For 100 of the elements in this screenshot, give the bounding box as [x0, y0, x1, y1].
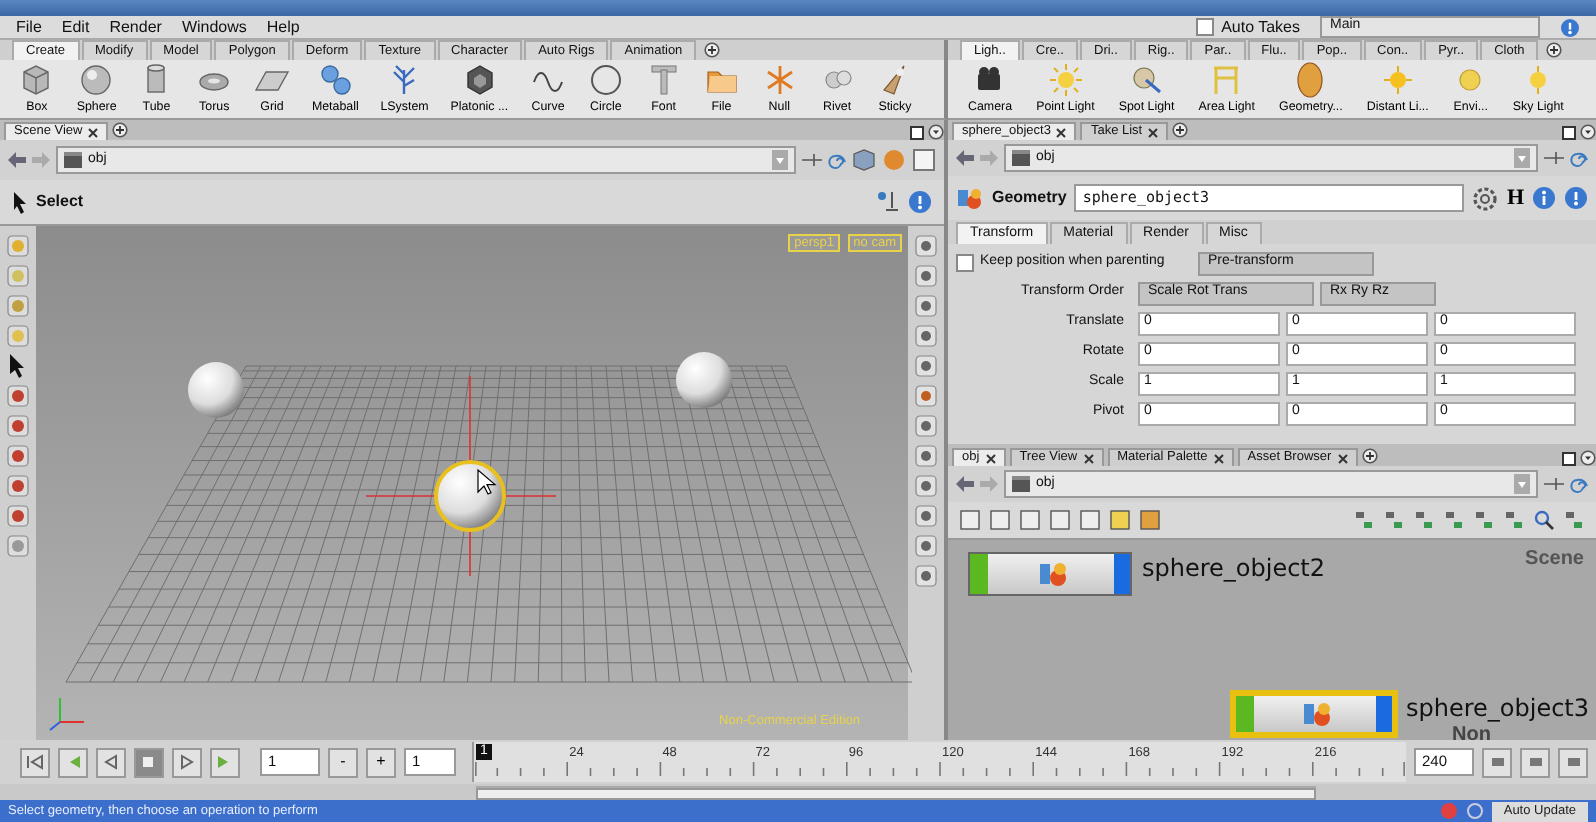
playback-button[interactable] — [96, 747, 126, 777]
add-tab-icon[interactable] — [1546, 42, 1563, 58]
tool-icon[interactable] — [914, 474, 938, 498]
node-label: sphere_object2 — [1142, 556, 1326, 584]
playbar-option-button[interactable] — [1558, 747, 1588, 777]
menu-item[interactable]: Edit — [61, 17, 90, 37]
tool-icon[interactable] — [6, 444, 30, 468]
tool-name: Select — [36, 192, 84, 212]
mouse-cursor-icon — [477, 468, 497, 495]
back-arrow-icon[interactable] — [8, 152, 26, 168]
network-node[interactable] — [968, 552, 1132, 596]
auto-takes-label: Auto Takes — [1221, 17, 1300, 37]
pane-menu-icon[interactable] — [1580, 450, 1596, 466]
clapper-icon — [64, 152, 82, 168]
tool-icon[interactable] — [6, 504, 30, 528]
node-label: sphere_object3 — [1406, 696, 1590, 724]
network-node[interactable] — [1232, 692, 1396, 736]
tool-icon[interactable] — [914, 414, 938, 438]
spotlight-icon — [1128, 62, 1165, 99]
t-shape-icon — [645, 62, 682, 99]
close-icon[interactable] — [1083, 453, 1094, 463]
playback-button[interactable] — [210, 747, 240, 777]
spiral-icon[interactable] — [1570, 149, 1588, 167]
playbar-option-button[interactable] — [1520, 747, 1550, 777]
edition-label: Non — [1452, 724, 1491, 740]
playback-button[interactable] — [134, 747, 164, 777]
auto-takes-checkbox[interactable] — [1195, 18, 1214, 36]
tool-icon[interactable] — [914, 504, 938, 528]
keep-position-checkbox[interactable] — [956, 254, 974, 272]
spiral-icon[interactable] — [828, 151, 846, 169]
increment-button[interactable]: + — [366, 747, 396, 777]
spheres-icon — [317, 62, 354, 99]
maximize-icon[interactable] — [1562, 126, 1576, 140]
add-tab-icon[interactable] — [1172, 122, 1189, 138]
tool-icon[interactable] — [914, 444, 938, 468]
back-arrow-icon[interactable] — [956, 476, 974, 492]
pane-menu-icon[interactable] — [928, 124, 944, 140]
maximize-icon[interactable] — [910, 126, 924, 140]
close-icon[interactable] — [1213, 453, 1224, 463]
arrow-pointer-icon[interactable] — [12, 191, 28, 213]
cube-icon[interactable] — [852, 148, 876, 172]
decrement-button[interactable]: - — [328, 747, 358, 777]
help-icon[interactable] — [1560, 17, 1580, 37]
refresh-icon[interactable] — [1465, 802, 1484, 820]
tool-icon[interactable] — [914, 534, 938, 558]
maximize-icon[interactable] — [1562, 452, 1576, 466]
spiral-icon[interactable] — [1570, 475, 1588, 493]
close-icon[interactable] — [1056, 127, 1067, 137]
play-reverse-icon — [102, 754, 120, 770]
skip-to-start-icon — [26, 754, 44, 770]
clapper-icon — [1012, 150, 1030, 166]
close-icon[interactable] — [1148, 127, 1159, 137]
sun-icon — [1047, 62, 1084, 99]
clapper-icon — [1012, 476, 1030, 492]
stop-icon — [140, 754, 158, 770]
hexagon-icon — [461, 62, 498, 99]
add-tab-icon[interactable] — [1361, 448, 1378, 464]
playback-button[interactable] — [20, 747, 50, 777]
close-icon[interactable] — [1337, 453, 1348, 463]
help-icon[interactable] — [908, 190, 932, 214]
arrow-pointer-icon[interactable] — [6, 354, 30, 378]
playback-button[interactable] — [172, 747, 202, 777]
pane-menu-icon[interactable] — [1580, 124, 1596, 140]
menu-item[interactable]: File — [16, 17, 42, 37]
menu-item[interactable]: Help — [266, 17, 300, 37]
hda-menu[interactable]: H — [1506, 185, 1524, 211]
back-arrow-icon[interactable] — [956, 150, 974, 166]
close-icon[interactable] — [985, 453, 996, 463]
search-icon[interactable] — [1534, 510, 1554, 530]
square-icon[interactable] — [912, 148, 936, 172]
sun-icon — [1379, 62, 1416, 99]
play-icon — [178, 754, 196, 770]
help-icon[interactable] — [1564, 186, 1588, 210]
tool-icon[interactable] — [6, 474, 30, 498]
pin-icon[interactable] — [1544, 476, 1564, 492]
menu-item[interactable]: Render — [109, 17, 162, 37]
gear-icon[interactable] — [1472, 185, 1499, 211]
snap-icon[interactable] — [876, 190, 900, 214]
node-type-icon — [1299, 700, 1331, 728]
axis-gizmo-icon — [49, 697, 85, 731]
tool-icon[interactable] — [6, 534, 30, 558]
tool-icon[interactable] — [6, 384, 30, 408]
playback-button[interactable] — [58, 747, 88, 777]
node-type-icon — [1035, 560, 1067, 588]
add-tab-icon[interactable] — [112, 122, 129, 138]
pin-icon[interactable] — [802, 152, 822, 168]
menu-item[interactable]: Windows — [181, 17, 247, 37]
tool-icon[interactable] — [6, 414, 30, 438]
context-label: Scene — [1525, 548, 1584, 571]
node-type-label: Geometry — [992, 188, 1067, 208]
cube-icon — [18, 62, 55, 99]
add-tab-icon[interactable] — [704, 42, 721, 58]
playbar-option-button[interactable] — [1482, 747, 1512, 777]
bulb-icon — [1292, 62, 1329, 99]
node-type-icon — [956, 186, 984, 210]
circle-icon — [587, 62, 624, 99]
close-icon[interactable] — [88, 127, 99, 137]
pin-icon[interactable] — [1544, 150, 1564, 166]
tool-icon[interactable] — [914, 564, 938, 588]
info-icon[interactable] — [1532, 186, 1556, 210]
